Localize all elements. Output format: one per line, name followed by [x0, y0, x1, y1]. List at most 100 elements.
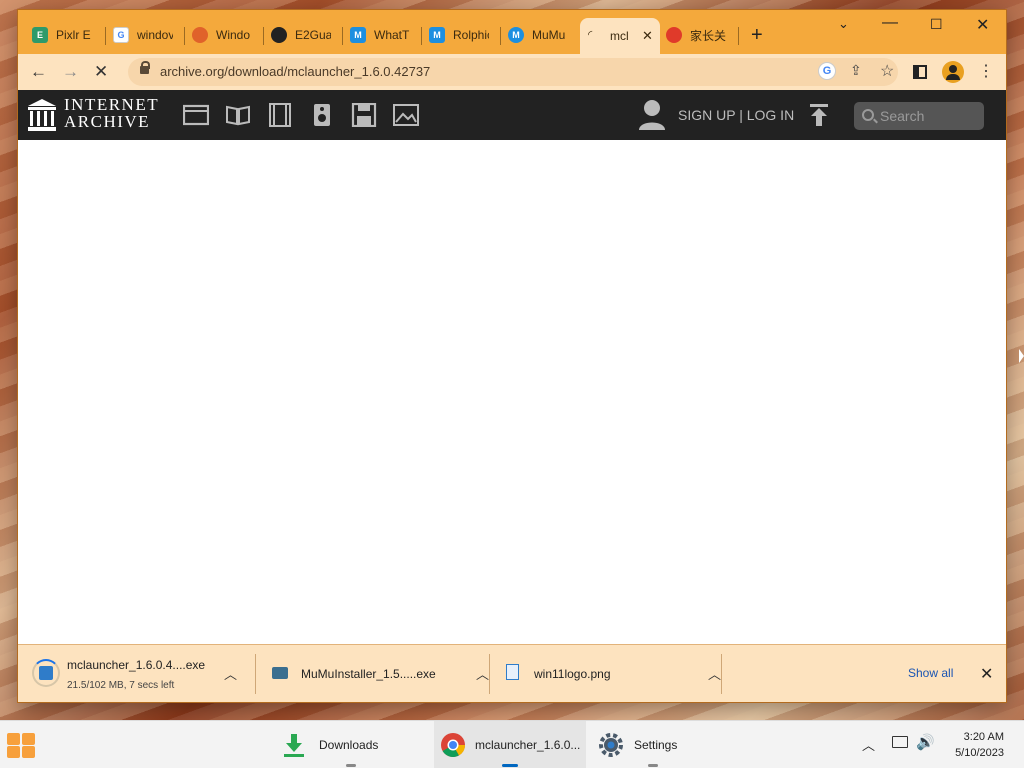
volume-icon[interactable]: 🔊: [916, 733, 935, 751]
mouse-cursor: [1019, 349, 1024, 363]
stop-loading-button[interactable]: ✕: [94, 62, 108, 82]
audio-icon[interactable]: [309, 103, 335, 127]
downloads-folder-icon: [284, 734, 304, 757]
tab-label: windov: [137, 28, 173, 42]
download-item[interactable]: MuMuInstaller_1.5.....exe ︿: [256, 645, 489, 702]
maximize-button[interactable]: ☐: [930, 16, 943, 33]
tab-divider: [738, 27, 739, 45]
upload-icon[interactable]: [810, 104, 828, 126]
side-panel-icon[interactable]: [913, 65, 927, 79]
taskbar-label: Settings: [634, 738, 678, 752]
chevron-up-icon[interactable]: ︿: [476, 664, 489, 683]
tab-divider: [500, 27, 501, 45]
user-avatar-icon[interactable]: [638, 99, 666, 131]
mumu-blue-icon: M: [429, 27, 445, 43]
tab-rolphic[interactable]: M Rolphic: [429, 23, 489, 47]
back-button[interactable]: ←: [30, 62, 47, 82]
clock-date: 5/10/2023: [955, 747, 1004, 759]
download-filename: mclauncher_1.6.0.4....exe: [67, 658, 206, 672]
show-all-downloads-link[interactable]: Show all: [908, 666, 953, 680]
tab-pixlr[interactable]: E Pixlr E: [32, 23, 91, 47]
sign-up-log-in-link[interactable]: SIGN UP | LOG IN: [678, 107, 794, 123]
new-tab-button[interactable]: +: [751, 24, 763, 47]
tab-search-icon[interactable]: ⌄: [838, 16, 849, 32]
bookmark-star-icon[interactable]: ☆: [880, 61, 894, 81]
minimize-button[interactable]: —: [882, 14, 898, 32]
show-hidden-icons-chevron-icon[interactable]: ︿: [862, 735, 875, 754]
running-indicator: [648, 764, 658, 767]
chrome-window: E Pixlr E G windov Windo E2Guar M WhatTh…: [18, 10, 1006, 702]
logo-line-1: INTERNET: [64, 95, 160, 114]
url-text[interactable]: archive.org/download/mclauncher_1.6.0.42…: [160, 64, 430, 79]
start-button[interactable]: [6, 732, 36, 759]
running-indicator: [346, 764, 356, 767]
texts-icon[interactable]: [225, 103, 251, 127]
tab-label: Windo: [216, 28, 251, 42]
mumu-icon: M: [508, 27, 524, 43]
tab-whatthe[interactable]: M WhatTh: [350, 23, 410, 47]
internet-archive-logo[interactable]: INTERNET ARCHIVE: [64, 96, 159, 130]
tab-e2guardian[interactable]: E2Guar: [271, 23, 331, 47]
chevron-up-icon[interactable]: ︿: [708, 664, 721, 683]
web-icon[interactable]: [183, 103, 209, 127]
download-item[interactable]: win11logo.png ︿: [490, 645, 721, 702]
tab-divider: [263, 27, 264, 45]
google-icon: G: [113, 27, 129, 43]
clock[interactable]: 3:20 AM 5/10/2023: [944, 729, 1004, 761]
tab-google-windows[interactable]: G windov: [113, 23, 173, 47]
browser-toolbar: ← → ✕ archive.org/download/mclauncher_1.…: [18, 54, 1006, 90]
chevron-up-icon[interactable]: ︿: [224, 664, 237, 683]
firefox-icon: [192, 27, 208, 43]
forward-button[interactable]: →: [62, 62, 79, 82]
internet-archive-header: INTERNET ARCHIVE SIGN UP | LOG IN Search: [18, 90, 1006, 140]
tab-label: mcl: [610, 29, 629, 43]
network-icon[interactable]: [892, 736, 908, 748]
settings-gear-icon: [599, 733, 623, 757]
pixlr-icon: E: [32, 27, 48, 43]
taskbar-label: Downloads: [319, 738, 379, 752]
taskbar-downloads[interactable]: Downloads: [276, 721, 426, 768]
archive-building-icon[interactable]: [28, 99, 56, 131]
search-input[interactable]: [880, 106, 978, 126]
tab-mclauncher-active[interactable]: ◜ mcl ✕: [580, 18, 660, 54]
logo-line-2: ARCHIVE: [64, 112, 151, 131]
download-status: 21.5/102 MB, 7 secs left: [67, 680, 175, 691]
tab-mumu[interactable]: M MuMu: [508, 23, 565, 47]
close-tab-icon[interactable]: ✕: [642, 28, 653, 44]
taskbar-chrome[interactable]: mclauncher_1.6.0...: [434, 721, 586, 768]
search-box[interactable]: [854, 102, 984, 130]
search-icon: [862, 109, 874, 121]
tab-divider: [421, 27, 422, 45]
close-download-shelf-button[interactable]: ✕: [980, 664, 993, 684]
google-lens-icon[interactable]: G: [818, 62, 836, 80]
lock-icon: [140, 61, 150, 74]
address-bar[interactable]: archive.org/download/mclauncher_1.6.0.42…: [128, 58, 898, 86]
exe-file-icon: [39, 666, 53, 680]
download-item[interactable]: mclauncher_1.6.0.4....exe 21.5/102 MB, 7…: [18, 645, 254, 702]
menu-kebab-icon[interactable]: ⋮: [978, 62, 994, 82]
profile-avatar-icon[interactable]: [942, 61, 964, 83]
image-file-icon: [506, 664, 519, 680]
close-window-button[interactable]: ✕: [976, 15, 989, 35]
tab-windows[interactable]: Windo: [192, 23, 250, 47]
tab-divider: [105, 27, 106, 45]
software-icon[interactable]: [351, 103, 377, 127]
taskbar-settings[interactable]: Settings: [598, 721, 708, 768]
e2guardian-icon: [271, 27, 287, 43]
tab-label: Rolphic: [453, 28, 489, 42]
share-icon[interactable]: ⇪: [850, 62, 862, 79]
download-filename: win11logo.png: [534, 667, 611, 681]
mumu-blue-icon: M: [350, 27, 366, 43]
taskbar-label: mclauncher_1.6.0...: [475, 738, 581, 752]
tab-label: WhatTh: [374, 28, 410, 42]
images-icon[interactable]: [393, 103, 419, 127]
chrome-icon: [441, 733, 465, 758]
video-icon[interactable]: [267, 103, 293, 127]
bird-icon: [666, 27, 682, 43]
tab-parental[interactable]: 家长关: [666, 23, 726, 47]
page-content-blank: [18, 140, 1006, 644]
active-indicator: [502, 764, 518, 767]
download-shelf: mclauncher_1.6.0.4....exe 21.5/102 MB, 7…: [18, 644, 1006, 702]
tab-label: MuMu: [532, 28, 566, 42]
windows-taskbar: Downloads mclauncher_1.6.0... Settings ︿…: [0, 720, 1024, 768]
